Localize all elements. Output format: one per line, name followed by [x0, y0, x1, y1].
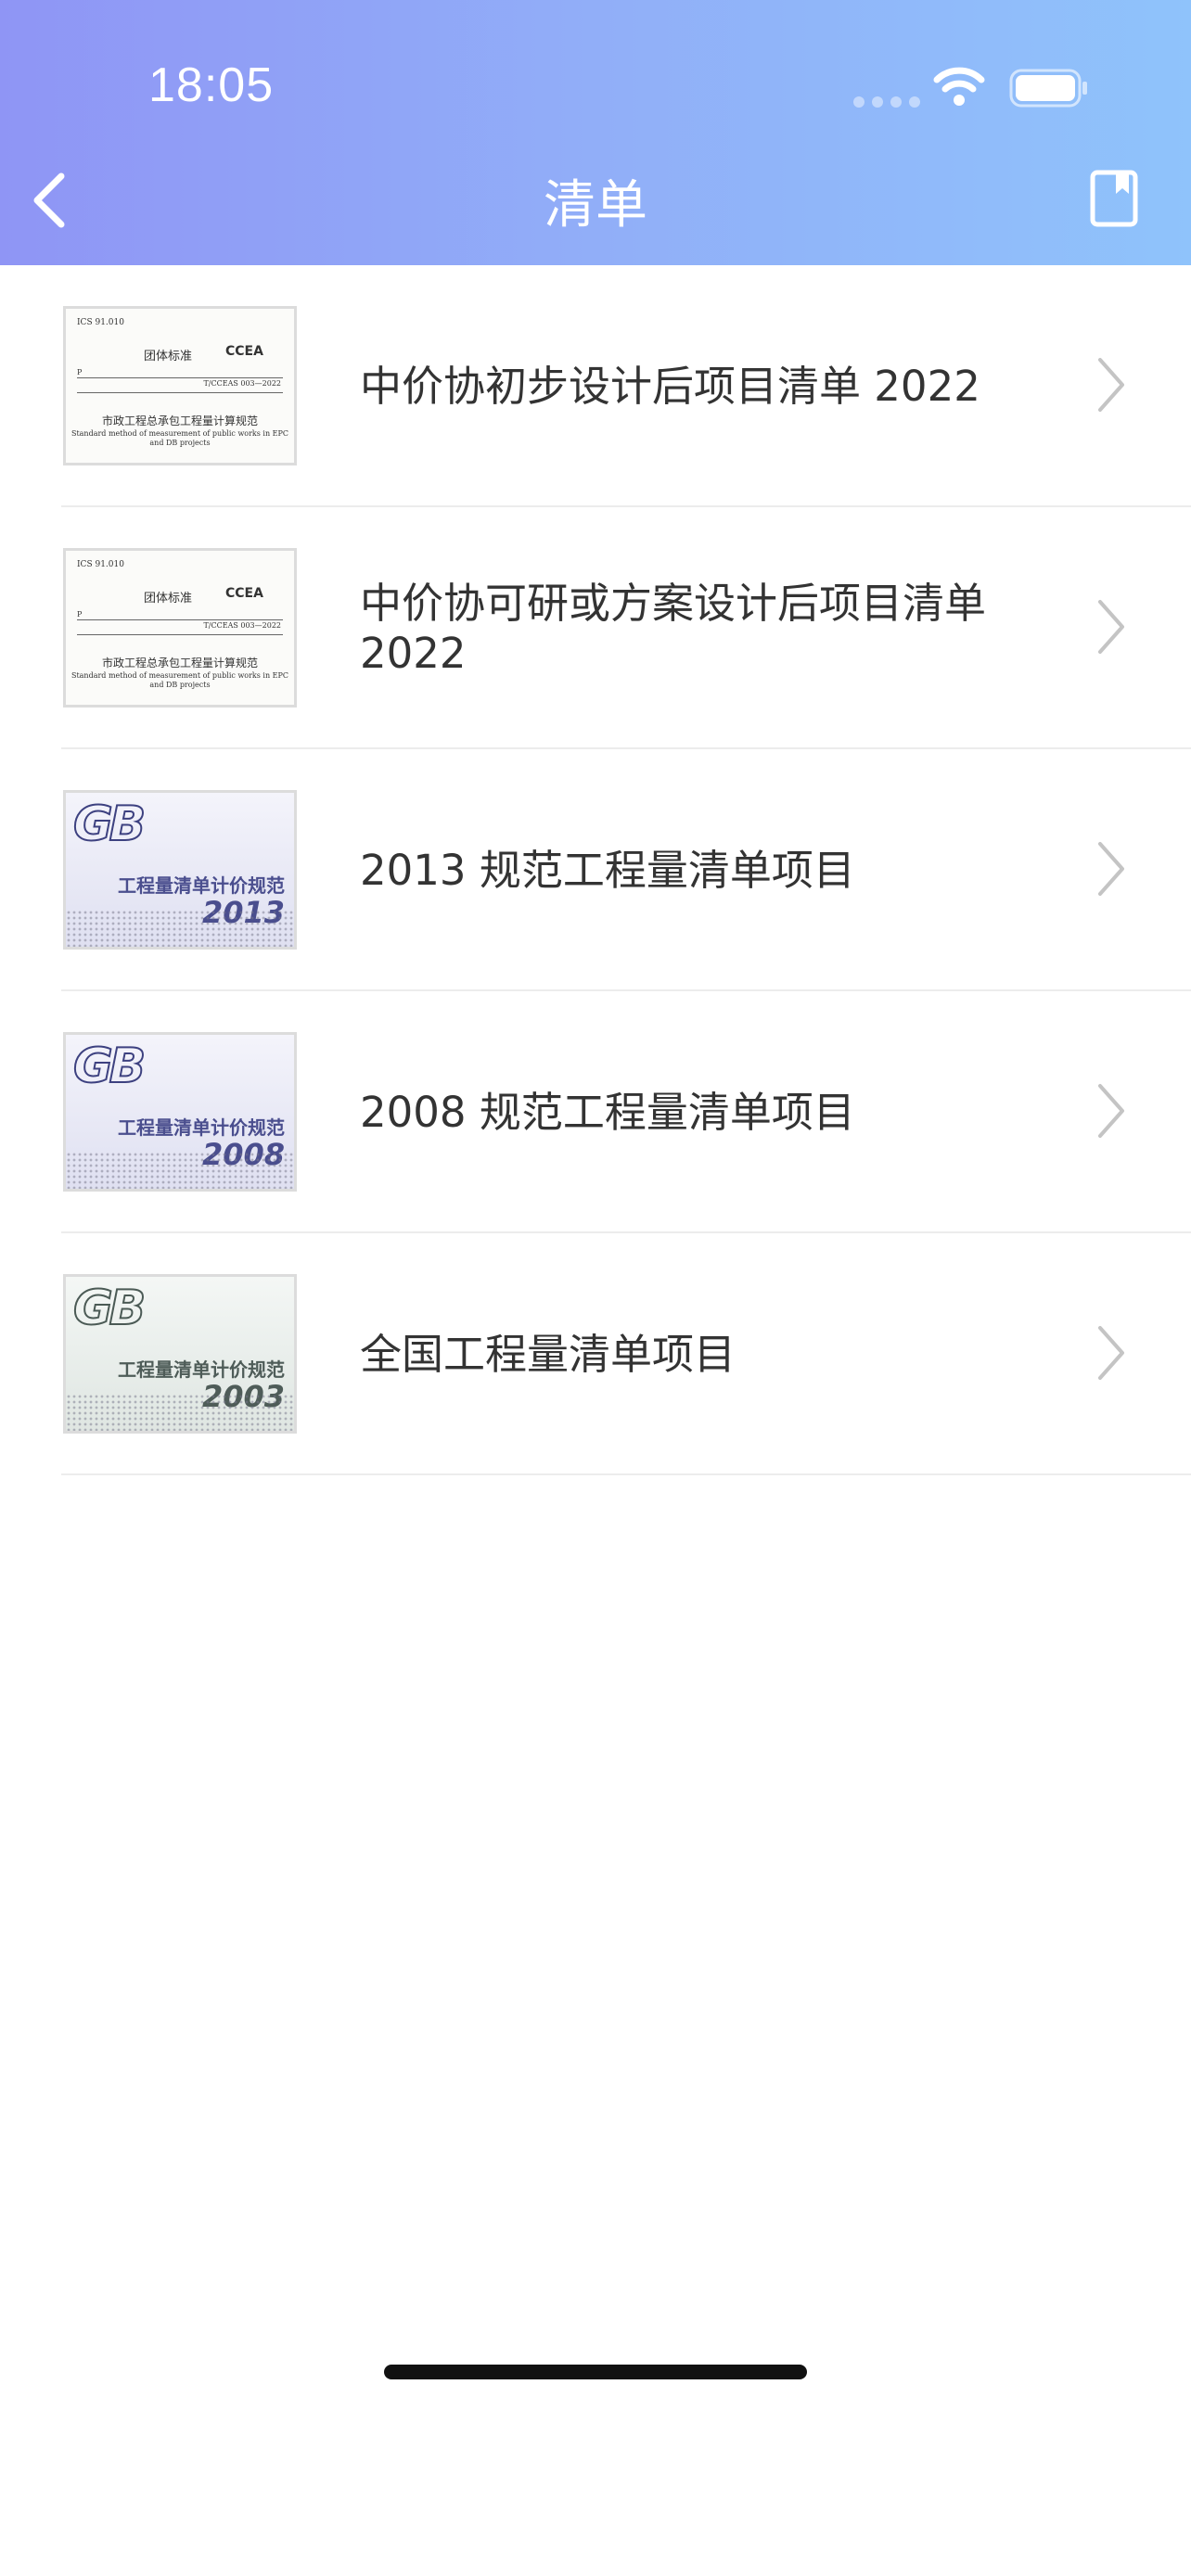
bookmark-button[interactable]: [1083, 165, 1145, 232]
cover-p: P: [77, 610, 83, 618]
wifi-icon: [933, 67, 985, 106]
nav-header: 18:05 清单: [0, 0, 1191, 265]
page-title: 清单: [544, 175, 647, 236]
list-item[interactable]: ICS 91.010 团体标准 CCEA P T/CCEAS 003—2022 …: [0, 265, 1191, 507]
chevron-right-icon: [1098, 1326, 1124, 1380]
list: ICS 91.010 团体标准 CCEA P T/CCEAS 003—2022 …: [0, 265, 1191, 1475]
cover-thumbnail: ICS 91.010 团体标准 CCEA P T/CCEAS 003—2022 …: [63, 548, 297, 708]
list-item-label: 2008 规范工程量清单项目: [360, 1087, 855, 1137]
back-chevron-icon: [33, 172, 65, 228]
status-time: 18:05: [148, 58, 275, 112]
cover-code: T/CCEAS 003—2022: [203, 621, 281, 630]
cover-name: 市政工程总承包工程量计算规范: [101, 657, 258, 670]
cover-name: 工程量清单计价规范: [118, 874, 285, 897]
list-item[interactable]: GB 工程量清单计价规范 2013 2013 规范工程量清单项目: [0, 749, 1191, 991]
gb-logo: GB: [72, 1280, 147, 1337]
divider: [61, 1473, 1191, 1475]
list-item[interactable]: GB 工程量清单计价规范 2003 全国工程量清单项目: [0, 1233, 1191, 1475]
cellular-signal-icon: [853, 96, 920, 108]
cover-en: Standard method of measurement of public…: [70, 671, 289, 689]
cover-code: T/CCEAS 003—2022: [203, 379, 281, 388]
chevron-right-icon: [1098, 1084, 1124, 1138]
chevron-right-icon: [1098, 600, 1124, 654]
list-item[interactable]: ICS 91.010 团体标准 CCEA P T/CCEAS 003—2022 …: [0, 507, 1191, 749]
ccea-logo: CCEA: [225, 344, 263, 359]
cover-thumbnail: GB 工程量清单计价规范 2003: [63, 1274, 297, 1434]
cover-ics: ICS 91.010: [77, 318, 124, 327]
gb-logo: GB: [72, 796, 147, 853]
cover-name: 市政工程总承包工程量计算规范: [101, 414, 258, 427]
chevron-right-icon: [1098, 358, 1124, 412]
ccea-logo: CCEA: [225, 586, 263, 601]
cover-thumbnail: GB 工程量清单计价规范 2013: [63, 790, 297, 950]
bookmark-icon: [1090, 170, 1138, 227]
cover-name: 工程量清单计价规范: [118, 1358, 285, 1381]
chevron-right-icon: [1098, 842, 1124, 896]
cover-en: Standard method of measurement of public…: [70, 429, 289, 447]
list-item[interactable]: GB 工程量清单计价规范 2008 2008 规范工程量清单项目: [0, 991, 1191, 1233]
cover-thumbnail: GB 工程量清单计价规范 2008: [63, 1032, 297, 1192]
list-item-label: 2013 规范工程量清单项目: [360, 845, 855, 895]
home-indicator[interactable]: [384, 2365, 807, 2379]
list-item-label: 中价协初步设计后项目清单 2022: [360, 361, 980, 411]
cover-p: P: [77, 368, 83, 376]
back-button[interactable]: [20, 167, 76, 234]
list-item-label: 中价协可研或方案设计后项目清单 2022: [360, 578, 987, 678]
list-item-label: 全国工程量清单项目: [360, 1329, 736, 1379]
battery-icon: [1009, 69, 1087, 108]
cover-thumbnail: ICS 91.010 团体标准 CCEA P T/CCEAS 003—2022 …: [63, 306, 297, 465]
gb-logo: GB: [72, 1038, 147, 1095]
cover-name: 工程量清单计价规范: [118, 1116, 285, 1139]
cover-type: 团体标准: [144, 350, 193, 363]
cover-ics: ICS 91.010: [77, 560, 124, 569]
cover-type: 团体标准: [144, 592, 193, 606]
